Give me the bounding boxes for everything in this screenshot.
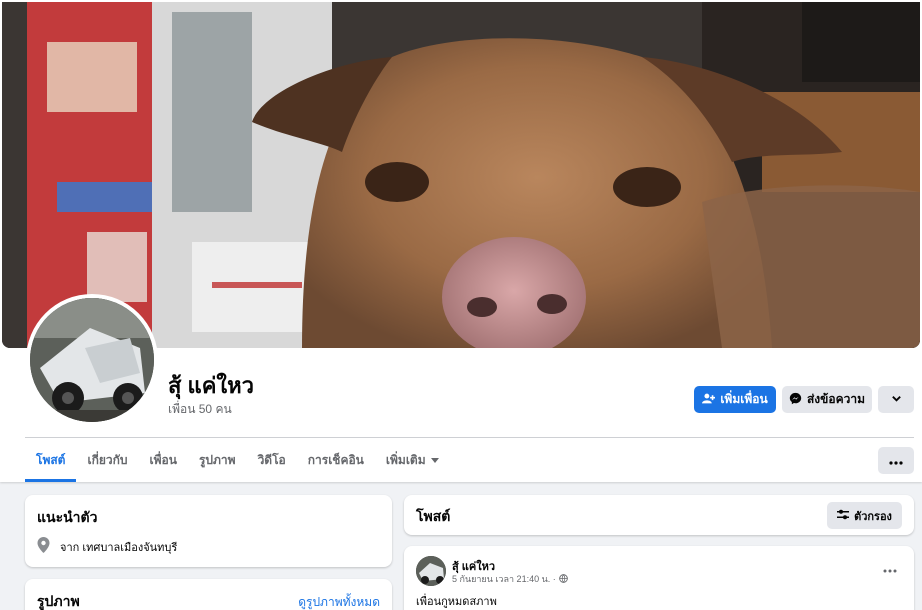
add-friend-label: เพิ่มเพื่อน (720, 392, 768, 406)
intro-card: แนะนำตัว จาก เทศบาลเมืองจันทบุรี (25, 495, 392, 567)
tab-videos-label: วิดีโอ (257, 452, 286, 467)
cover-photo[interactable] (2, 2, 920, 348)
tab-checkins-label: การเช็คอิน (307, 452, 364, 467)
tab-checkins[interactable]: การเช็คอิน (297, 438, 375, 482)
profile-tabs: โพสต์ เกี่ยวกับ เพื่อน รูปภาพ วิดีโอ การ… (25, 438, 450, 482)
post-author-avatar[interactable] (416, 556, 446, 586)
photos-card: รูปภาพ ดูรูปภาพทั้งหมด (25, 579, 392, 610)
profile-more-button[interactable] (878, 386, 914, 413)
tab-posts[interactable]: โพสต์ (25, 438, 77, 482)
intro-title: แนะนำตัว (37, 509, 98, 525)
tab-about[interactable]: เกี่ยวกับ (76, 438, 138, 482)
post-menu-button[interactable] (878, 558, 902, 578)
caret-down-icon (430, 453, 439, 467)
filter-label: ตัวกรอง (854, 510, 892, 523)
person-plus-icon (702, 392, 716, 408)
friend-count[interactable]: เพื่อน 50 คน (168, 400, 232, 419)
tab-posts-label: โพสต์ (36, 452, 66, 467)
message-label: ส่งข้อความ (806, 392, 865, 406)
globe-icon (558, 573, 568, 585)
profile-name: สุ้ แค่ใหว (168, 373, 255, 398)
tabs-menu-button[interactable] (878, 447, 914, 474)
location-pin-icon (37, 537, 50, 556)
tab-friends-label: เพื่อน (149, 452, 177, 467)
tab-friends[interactable]: เพื่อน (139, 438, 188, 482)
post-timestamp[interactable]: 5 กันยายน เวลา 21:40 น. · (452, 572, 556, 586)
chevron-down-icon (891, 393, 902, 407)
filter-button[interactable]: ตัวกรอง (827, 502, 902, 529)
tab-more[interactable]: เพิ่มเติม (375, 438, 450, 482)
tab-photos-label: รูปภาพ (198, 452, 236, 467)
intro-location-row: จาก เทศบาลเมืองจันทบุรี (37, 537, 177, 556)
profile-avatar-image (30, 298, 154, 422)
tab-videos[interactable]: วิดีโอ (247, 438, 297, 482)
photos-title: รูปภาพ (37, 593, 80, 609)
facebook-profile-page: สุ้ แค่ใหว เพื่อน 50 คน เพิ่มเพื่อน ส่งข… (0, 0, 922, 610)
profile-avatar[interactable] (26, 294, 158, 426)
more-dots-icon (883, 560, 897, 576)
tab-photos[interactable]: รูปภาพ (188, 438, 247, 482)
tab-more-label: เพิ่มเติม (385, 452, 426, 467)
post-text: เพื่อนกูหมดสภาพ (416, 596, 497, 608)
posts-header-card: โพสต์ ตัวกรอง (404, 495, 914, 535)
see-all-photos-link[interactable]: ดูรูปภาพทั้งหมด (298, 593, 380, 610)
profile-header: สุ้ แค่ใหว เพื่อน 50 คน เพิ่มเพื่อน ส่งข… (0, 0, 922, 482)
add-friend-button[interactable]: เพิ่มเพื่อน (694, 386, 776, 413)
cover-photo-image (2, 2, 920, 348)
post-card: สุ้ แค่ใหว 5 กันยายน เวลา 21:40 น. · เพื… (404, 546, 914, 610)
filter-sliders-icon (837, 509, 850, 523)
posts-title: โพสต์ (416, 508, 451, 524)
post-meta: 5 กันยายน เวลา 21:40 น. · (452, 572, 568, 586)
message-button[interactable]: ส่งข้อความ (782, 386, 872, 413)
tab-about-label: เกี่ยวกับ (87, 452, 128, 467)
intro-location[interactable]: จาก เทศบาลเมืองจันทบุรี (60, 538, 177, 556)
more-dots-icon (889, 454, 903, 468)
messenger-icon (789, 392, 802, 408)
